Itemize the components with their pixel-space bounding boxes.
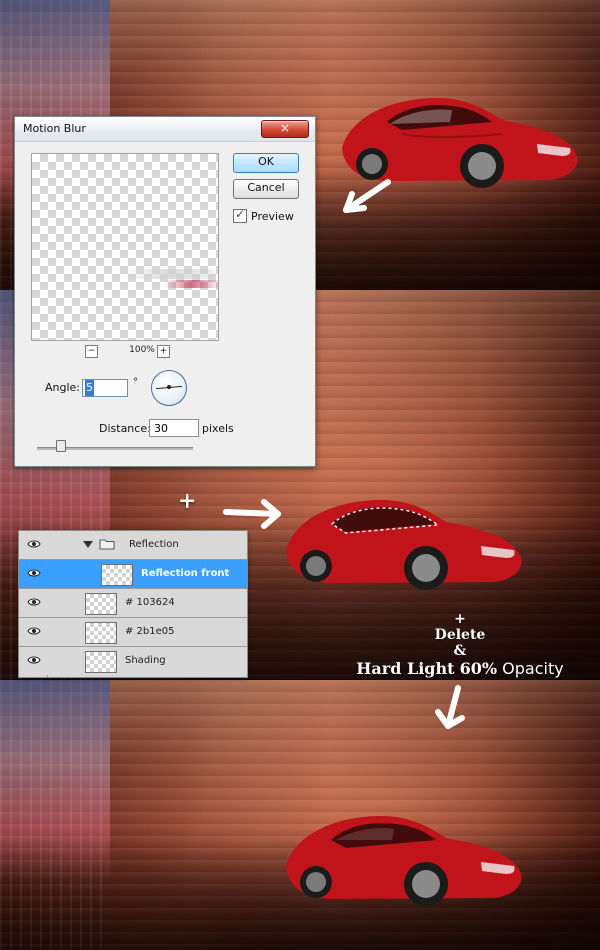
angle-input[interactable]: 5 bbox=[82, 379, 128, 397]
preview-streak bbox=[124, 269, 216, 279]
distance-label: Distance: bbox=[99, 422, 151, 435]
zoom-in-icon: + bbox=[159, 346, 168, 356]
zoom-controls: − 100% + bbox=[85, 345, 197, 359]
red-sports-car-selection bbox=[276, 480, 526, 595]
layers-panel: Reflection Reflection front # 103624 # 2… bbox=[18, 530, 248, 678]
eye-icon[interactable] bbox=[27, 568, 41, 578]
dialog-titlebar[interactable]: Motion Blur × bbox=[15, 117, 315, 142]
eye-icon[interactable] bbox=[27, 539, 41, 549]
ok-button[interactable]: OK bbox=[233, 153, 299, 173]
layer-row-selected[interactable]: Reflection front bbox=[19, 560, 247, 589]
layer-thumbnail bbox=[101, 564, 133, 586]
cancel-button[interactable]: Cancel bbox=[233, 179, 299, 199]
folder-icon bbox=[99, 539, 115, 550]
ok-label: OK bbox=[258, 155, 274, 168]
layer-name: # 2b1e05 bbox=[125, 626, 175, 637]
distance-slider-thumb[interactable] bbox=[56, 440, 67, 452]
zoom-in-button[interactable]: + bbox=[157, 345, 170, 358]
motion-blur-dialog: Motion Blur × OK Cancel Preview − 100% +… bbox=[14, 116, 316, 467]
distance-unit: pixels bbox=[202, 422, 234, 435]
angle-dial-icon[interactable] bbox=[151, 370, 187, 406]
layer-thumbnail bbox=[85, 622, 117, 644]
layer-name: Shading bbox=[125, 655, 166, 666]
blend-mode: Hard Light bbox=[356, 659, 455, 678]
dialog-title: Motion Blur bbox=[23, 122, 86, 135]
distance-value: 30 bbox=[154, 422, 168, 435]
car-illustration bbox=[286, 500, 522, 590]
checkbox-check-icon[interactable] bbox=[233, 207, 247, 223]
distance-input[interactable]: 30 bbox=[149, 419, 199, 437]
eye-icon[interactable] bbox=[27, 597, 41, 607]
angle-value: 5 bbox=[85, 380, 94, 396]
angle-label: Angle: bbox=[45, 381, 81, 394]
eye-icon[interactable] bbox=[27, 655, 41, 665]
preview-label: Preview bbox=[251, 209, 294, 223]
arrow-icon bbox=[343, 179, 391, 213]
close-icon: × bbox=[279, 121, 291, 135]
layer-name: Reflection front bbox=[141, 568, 230, 579]
zoom-out-button[interactable]: − bbox=[85, 345, 98, 358]
layer-row[interactable]: Shading bbox=[19, 647, 247, 675]
red-sports-car-final bbox=[276, 796, 526, 911]
chevron-down-icon[interactable] bbox=[83, 541, 93, 548]
plus-mark: + bbox=[178, 488, 197, 514]
note-delete: Delete bbox=[434, 627, 486, 643]
preview-streak bbox=[164, 280, 218, 288]
car-illustration bbox=[286, 816, 522, 906]
preview-toggle[interactable]: Preview bbox=[233, 207, 294, 223]
layer-thumbnail bbox=[85, 651, 117, 673]
degree-symbol: ° bbox=[133, 377, 138, 388]
layer-row[interactable]: # 103624 bbox=[19, 589, 247, 618]
layer-row[interactable]: # 2b1e05 bbox=[19, 618, 247, 647]
layer-thumbnail bbox=[85, 593, 117, 615]
opacity-word: Opacity bbox=[502, 659, 564, 678]
arrow-icon bbox=[223, 499, 281, 529]
close-button[interactable]: × bbox=[261, 120, 309, 138]
note-blend: Hard Light 60% Opacity bbox=[330, 660, 590, 678]
note-plus: + bbox=[454, 611, 466, 627]
opacity-value: 60% bbox=[459, 659, 498, 678]
layer-row-group[interactable]: Reflection bbox=[19, 531, 247, 560]
zoom-out-icon: − bbox=[87, 346, 96, 356]
note-ampersand: & bbox=[453, 643, 467, 659]
layer-name: Reflection bbox=[129, 539, 179, 550]
instructions-note: + Delete & Hard Light 60% Opacity bbox=[330, 612, 590, 678]
cancel-label: Cancel bbox=[247, 181, 285, 194]
dial-center bbox=[167, 385, 171, 389]
eye-icon[interactable] bbox=[27, 626, 41, 636]
layer-name: # 103624 bbox=[125, 597, 175, 608]
filter-preview[interactable] bbox=[31, 153, 219, 341]
arrow-icon bbox=[435, 685, 465, 729]
